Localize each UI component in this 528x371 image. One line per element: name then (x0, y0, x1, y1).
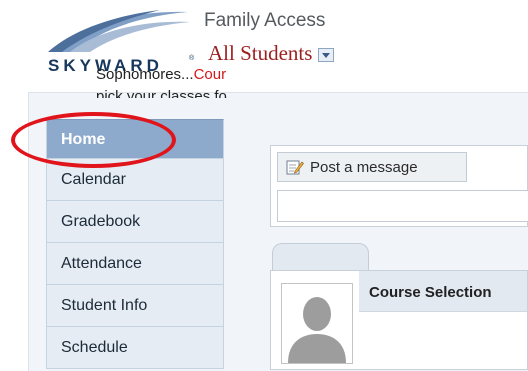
sidebar-item-attendance[interactable]: Attendance (46, 243, 224, 285)
app-title: Family Access (204, 10, 326, 31)
registered-mark: ® (189, 55, 195, 62)
dropdown-button[interactable] (318, 48, 335, 62)
message-card: Course Selection (270, 270, 528, 370)
sidebar-item-home[interactable]: Home (46, 119, 224, 159)
sidebar-item-gradebook[interactable]: Gradebook (46, 201, 224, 243)
post-message-label: Post a message (310, 158, 418, 176)
message-input[interactable] (277, 190, 528, 222)
message-title: Course Selection (369, 284, 492, 301)
message-body: Sophomores...Cour (96, 66, 226, 83)
message-header: Course Selection (359, 271, 527, 312)
sidebar-item-schedule[interactable]: Schedule (46, 327, 224, 369)
post-message-tab[interactable]: Post a message (277, 152, 467, 182)
swoosh-icon (48, 10, 190, 52)
message-body-highlight: Cour (193, 66, 227, 83)
student-selector-value[interactable]: All Students (208, 41, 312, 66)
message-body-line2: pick your classes fo (96, 88, 227, 98)
post-message-panel: Post a message (270, 145, 528, 227)
sidebar-item-calendar[interactable]: Calendar (46, 159, 224, 201)
sidebar-item-student-info[interactable]: Student Info (46, 285, 224, 327)
avatar (281, 283, 353, 364)
sidebar-nav: Home Calendar Gradebook Attendance Stude… (46, 119, 224, 369)
edit-note-icon (286, 160, 304, 175)
message-body-text: Sophomores... (96, 66, 194, 83)
student-selector[interactable]: All Students (208, 41, 335, 66)
chevron-down-icon (322, 52, 331, 58)
person-silhouette-icon (282, 284, 352, 363)
